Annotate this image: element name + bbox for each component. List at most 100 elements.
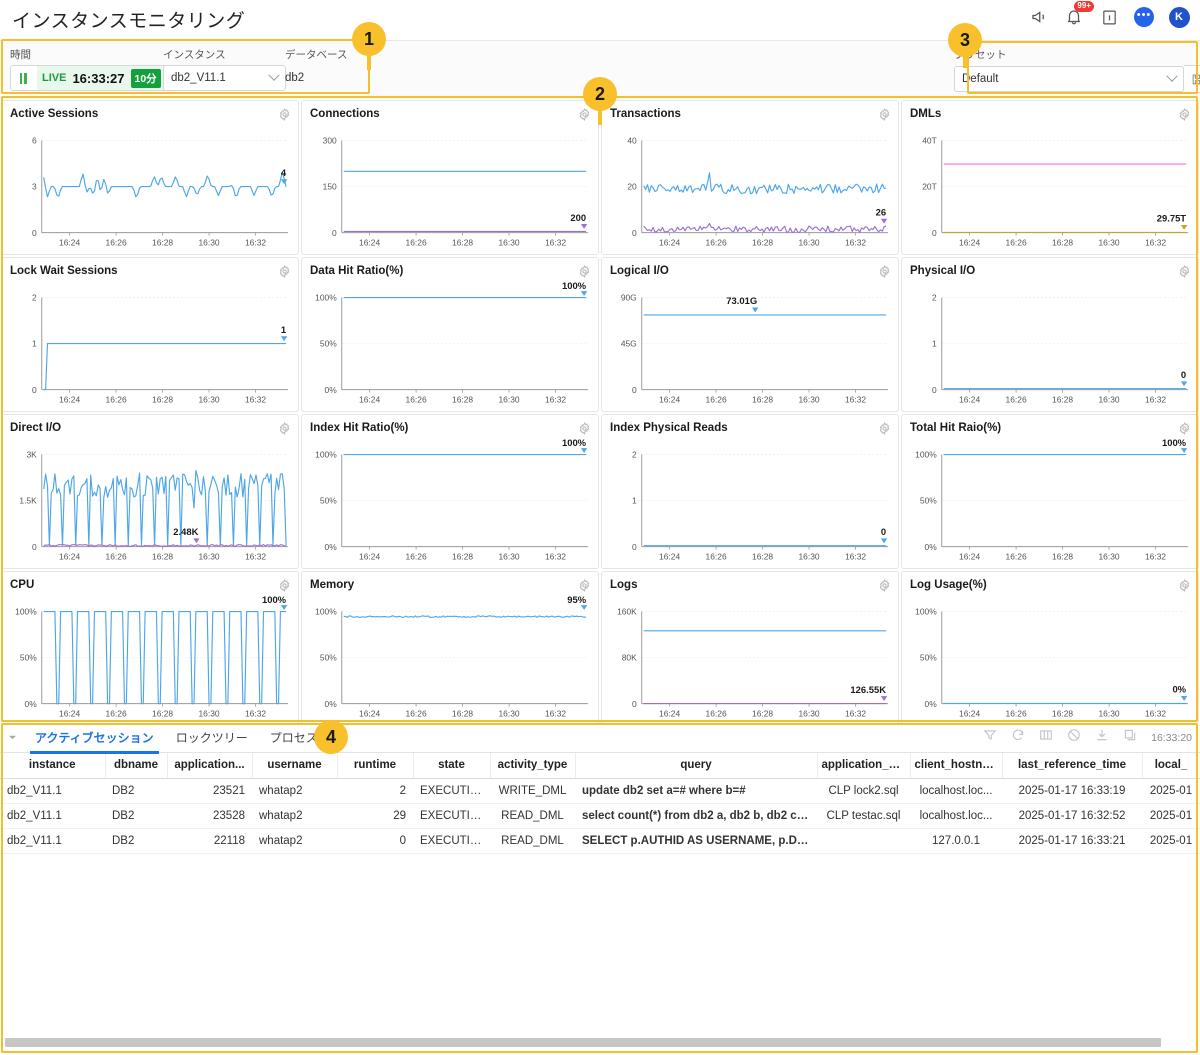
app-header: インスタンスモニタリング 99+ ••• K [0,0,1200,40]
column-header-instance[interactable]: instance [0,753,106,779]
gear-icon[interactable] [578,422,591,436]
chart-card-data-hit-ratio[interactable]: Data Hit Ratio(%) 0% 50% 100% 16:24 16:26 16:2… [301,257,599,412]
chart-card-direct-i-o[interactable]: Direct I/O 0 1.5K 3K 16:24 16:26 16:28 16:30 16:… [1,414,299,569]
chart-card-cpu[interactable]: CPU 0% 50% 100% 16:24 16:26 16:28 16:30 16:32 100… [1,571,299,726]
tab-active-sessions[interactable]: アクティブセッション [24,723,165,754]
gear-icon[interactable] [1178,422,1191,436]
tab-lock-tree[interactable]: ロックツリー [165,723,259,753]
gear-icon[interactable] [878,108,891,122]
table-timestamp: 16:33:20 [1151,731,1192,744]
chart-card-physical-i-o[interactable]: Physical I/O 0 1 2 16:24 16:26 16:28 16:30 16:32… [901,257,1199,412]
svg-text:0: 0 [632,228,637,238]
pause-icon[interactable] [11,66,35,90]
column-header-username[interactable]: username [252,753,338,779]
table-row[interactable]: db2_V11.1 DB2 22118 whatap2 0 EXECUTING READ_D… [0,828,1200,854]
svg-text:16:32: 16:32 [1145,708,1166,718]
live-indicator[interactable]: LIVE 16:33:27 10分 [37,66,166,90]
bell-icon[interactable]: 99+ [1063,1,1094,28]
chart-card-logs[interactable]: Logs 0 80K 160K 16:24 16:26 16:28 16:30 16:32 126… [601,571,899,726]
svg-text:16:26: 16:26 [106,237,127,247]
cell-dbname: DB2 [105,828,167,854]
table-row[interactable]: db2_V11.1 DB2 23528 whatap2 29 EXECUTING READ_… [0,803,1200,829]
gear-icon[interactable] [578,108,591,122]
svg-text:2: 2 [632,450,637,460]
chart-plot: 0% 50% 100% 16:24 16:26 16:28 16:30 16:32 0% [902,596,1198,725]
svg-text:0: 0 [32,542,37,552]
gear-icon[interactable] [578,579,591,593]
columns-icon[interactable] [1039,728,1053,747]
column-header-query[interactable]: query [575,753,818,779]
gear-icon[interactable] [878,265,891,279]
cell-state: EXECUTING [413,803,490,829]
svg-text:3K: 3K [26,450,37,460]
column-header-application[interactable]: application... [167,753,253,779]
chart-card-index-physical-reads[interactable]: Index Physical Reads 0 1 2 16:24 16:26 16:28 16… [601,414,899,569]
scrollbar-thumb[interactable] [5,1038,1162,1047]
column-header-local_[interactable]: local_ [1142,753,1200,779]
gear-icon[interactable] [1178,579,1191,593]
cell-activity_type: READ_DML [490,828,575,854]
column-header-state[interactable]: state [413,753,491,779]
block-icon[interactable] [1067,728,1081,747]
gear-icon[interactable] [878,579,891,593]
preset-select[interactable]: Default [954,66,1184,92]
svg-text:16:26: 16:26 [706,394,727,404]
column-header-client_hostname[interactable]: client_hostname [910,753,1003,779]
chart-plot: 0 80K 160K 16:24 16:26 16:28 16:30 16:32 126.55K [602,596,898,725]
chart-card-connections[interactable]: Connections 0 150 300 16:24 16:26 16:28 16:30 16… [301,100,599,255]
column-header-application_name[interactable]: application_name [817,753,911,779]
chart-title: Data Hit Ratio(%) [310,265,404,277]
annotation-badge-4: 4 [314,720,348,754]
chart-card-total-hit-raio[interactable]: Total Hit Raio(%) 0% 50% 100% 16:24 16:26 16:2… [901,414,1199,569]
cell-client_hostname: 127.0.0.1 [910,828,1002,854]
chart-card-logical-i-o[interactable]: Logical I/O 0 45G 90G 16:24 16:26 16:28 16:30 16… [601,257,899,412]
info-book-icon[interactable] [1098,6,1120,28]
svg-text:16:30: 16:30 [499,237,520,247]
chart-card-log-usage[interactable]: Log Usage(%) 0% 50% 100% 16:24 16:26 16:28 16:3… [901,571,1199,726]
table-row[interactable]: db2_V11.1 DB2 23521 whatap2 2 EXECUTING WRITE_… [0,778,1200,804]
filter-icon[interactable] [983,728,997,747]
chat-icon[interactable]: ••• [1133,6,1155,28]
svg-text:150: 150 [323,182,337,192]
cell-query: SELECT p.AUTHID AS USERNAME, p.DB_NAM... [575,828,817,854]
save-preset-button[interactable] [1184,65,1200,93]
gear-icon[interactable] [278,265,291,279]
svg-text:16:26: 16:26 [106,551,127,561]
megaphone-icon[interactable] [1028,6,1050,28]
gear-icon[interactable] [278,422,291,436]
chart-card-lock-wait-sessions[interactable]: Lock Wait Sessions 0 1 2 16:24 16:26 16:28 16:3… [1,257,299,412]
svg-text:0: 0 [632,385,637,395]
copy-icon[interactable] [1123,728,1137,747]
collapse-caret-icon[interactable] [0,733,24,742]
column-header-activity_type[interactable]: activity_type [490,753,576,779]
chart-card-index-hit-ratio[interactable]: Index Hit Ratio(%) 0% 50% 100% 16:24 16:26 16:… [301,414,599,569]
column-header-runtime[interactable]: runtime [337,753,414,779]
column-header-dbname[interactable]: dbname [105,753,168,779]
column-header-last_reference_time[interactable]: last_reference_time [1002,753,1143,779]
gear-icon[interactable] [278,579,291,593]
instance-select[interactable]: db2_V11.1 [163,65,286,91]
cell-runtime: 2 [337,778,413,804]
svg-text:16:28: 16:28 [152,551,173,561]
chart-card-transactions[interactable]: Transactions 0 20 40 16:24 16:26 16:28 16:30 16:… [601,100,899,255]
gear-icon[interactable] [1178,265,1191,279]
tab-label: ロックツリー [175,731,248,745]
svg-text:16:24: 16:24 [359,708,380,718]
cell-application_name [817,828,910,854]
horizontal-scrollbar[interactable] [5,1038,1191,1047]
chart-card-active-sessions[interactable]: Active Sessions 0 3 6 16:24 16:26 16:28 16:30 16… [1,100,299,255]
time-selector[interactable]: LIVE 16:33:27 10分 [10,65,173,91]
chart-card-memory[interactable]: Memory 0% 50% 100% 16:24 16:26 16:28 16:30 16:32… [301,571,599,726]
avatar[interactable]: K [1168,6,1190,28]
svg-text:50%: 50% [920,496,937,506]
gear-icon[interactable] [278,108,291,122]
svg-text:0: 0 [1181,370,1186,380]
gear-icon[interactable] [1178,108,1191,122]
refresh-icon[interactable] [1011,728,1025,747]
chart-title: Physical I/O [910,265,976,277]
chart-card-dmls[interactable]: DMLs 0 20T 40T 16:24 16:26 16:28 16:30 16:32 29.7… [901,100,1199,255]
svg-text:50%: 50% [20,653,37,663]
download-icon[interactable] [1095,728,1109,747]
gear-icon[interactable] [878,422,891,436]
gear-icon[interactable] [578,265,591,279]
